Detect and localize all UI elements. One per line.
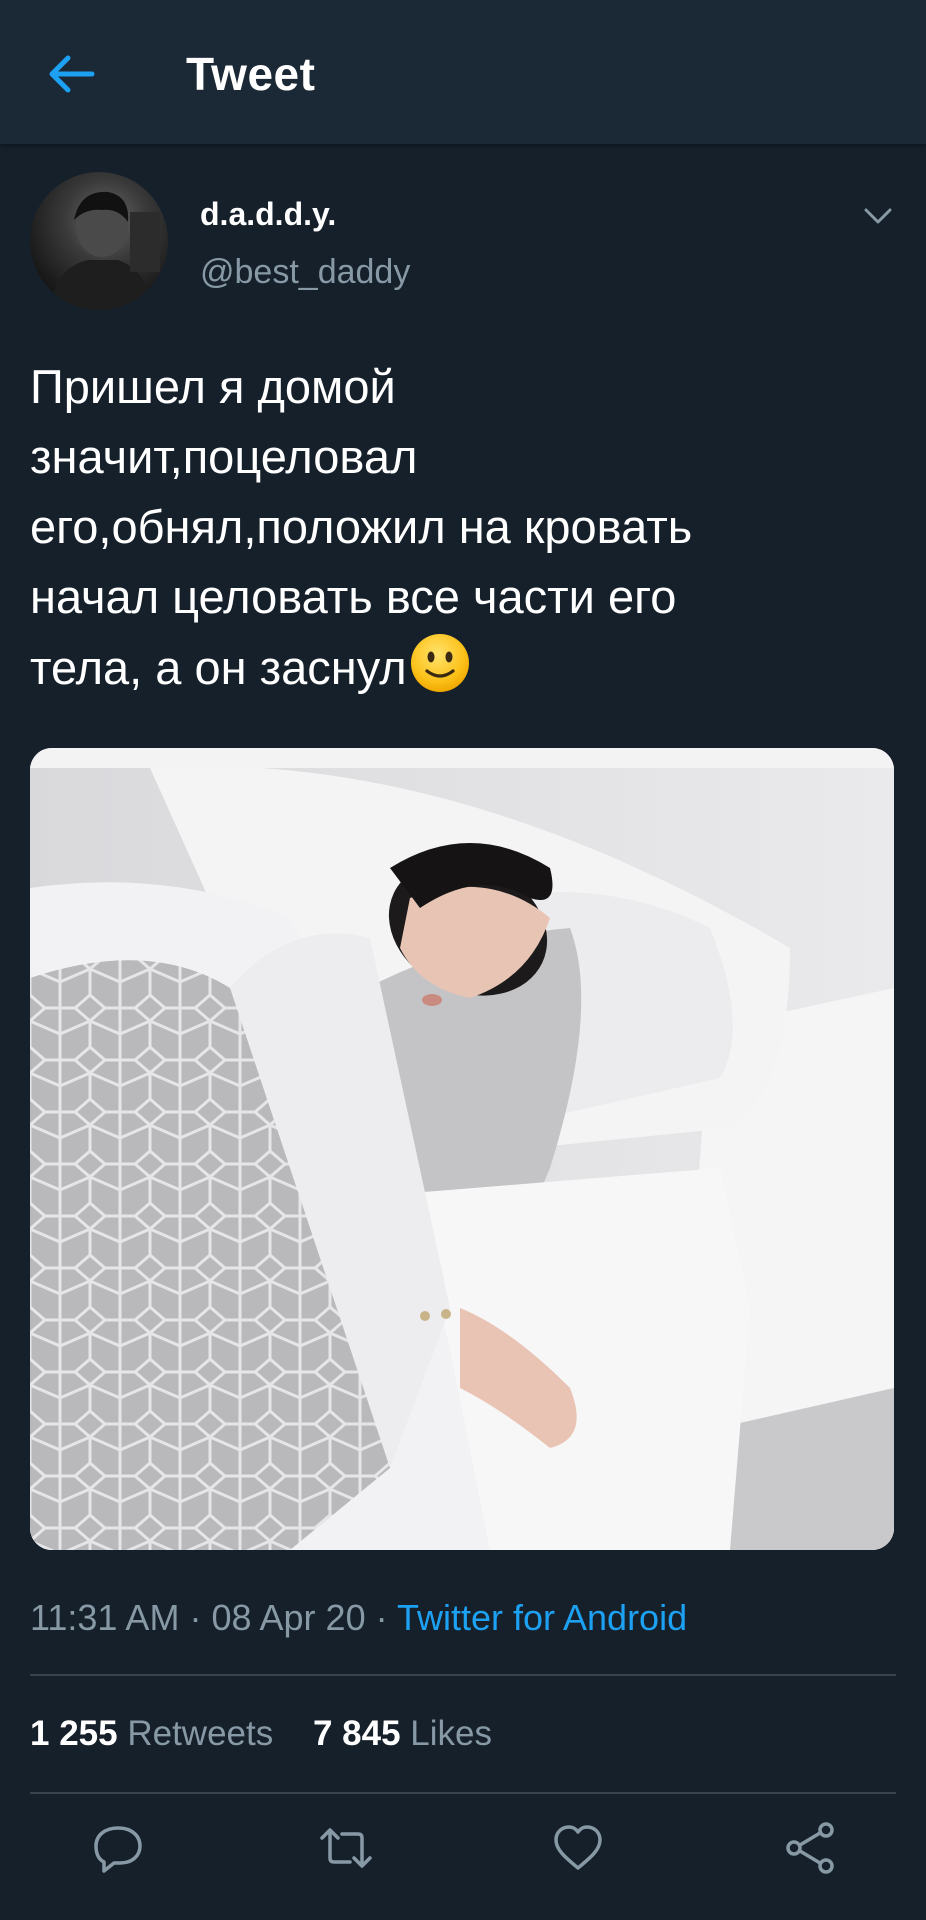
author-handle[interactable]: @best_daddy	[200, 252, 410, 292]
meta-separator: ·	[189, 1597, 202, 1638]
likes-stat[interactable]: 7 845 Likes	[313, 1710, 492, 1758]
avatar[interactable]	[30, 172, 168, 310]
retweets-count: 1 255	[30, 1714, 118, 1753]
tweet-source-link[interactable]: Twitter for Android	[397, 1597, 687, 1638]
share-button[interactable]	[780, 1818, 840, 1878]
tweet-author: d.a.d.d.y. @best_daddy	[30, 172, 896, 312]
tweet-body: Пришел я домой значит,поцеловал его,обня…	[30, 360, 693, 694]
likes-label: Likes	[410, 1714, 493, 1753]
arrow-left-icon	[49, 55, 95, 93]
tweet-text: Пришел я домой значит,поцеловал его,обня…	[30, 352, 890, 703]
back-button[interactable]	[44, 46, 100, 102]
author-display-name[interactable]: d.a.d.d.y.	[200, 194, 336, 234]
reply-button[interactable]	[88, 1818, 148, 1878]
tweet-meta: 11:31 AM · 08 Apr 20 · Twitter for Andro…	[30, 1594, 687, 1642]
retweets-label: Retweets	[127, 1714, 274, 1753]
retweets-stat[interactable]: 1 255 Retweets	[30, 1710, 273, 1758]
like-button[interactable]	[548, 1818, 608, 1878]
top-app-bar: Tweet	[0, 0, 926, 144]
retweet-icon	[320, 1828, 372, 1868]
tweet-stats: 1 255 Retweets 7 845 Likes	[30, 1710, 492, 1758]
tweet-time: 11:31 AM	[30, 1597, 180, 1638]
retweet-button[interactable]	[316, 1818, 376, 1878]
likes-count: 7 845	[312, 1714, 401, 1753]
tweet-options-button[interactable]	[860, 198, 896, 234]
tweet-date: 08 Apr 20	[211, 1597, 366, 1638]
tweet-actions	[0, 1818, 926, 1890]
slightly-smiling-face-icon	[410, 634, 469, 692]
like-icon	[554, 1825, 602, 1870]
divider	[30, 1792, 896, 1794]
share-icon	[786, 1822, 834, 1874]
reply-icon	[94, 1826, 142, 1873]
photo-image	[30, 748, 894, 1550]
avatar-photo	[50, 191, 160, 310]
tweet-photo[interactable]	[30, 748, 894, 1550]
meta-separator: ·	[375, 1597, 388, 1638]
divider	[30, 1674, 896, 1676]
page-title: Tweet	[186, 48, 316, 100]
chevron-down-icon	[864, 208, 892, 224]
